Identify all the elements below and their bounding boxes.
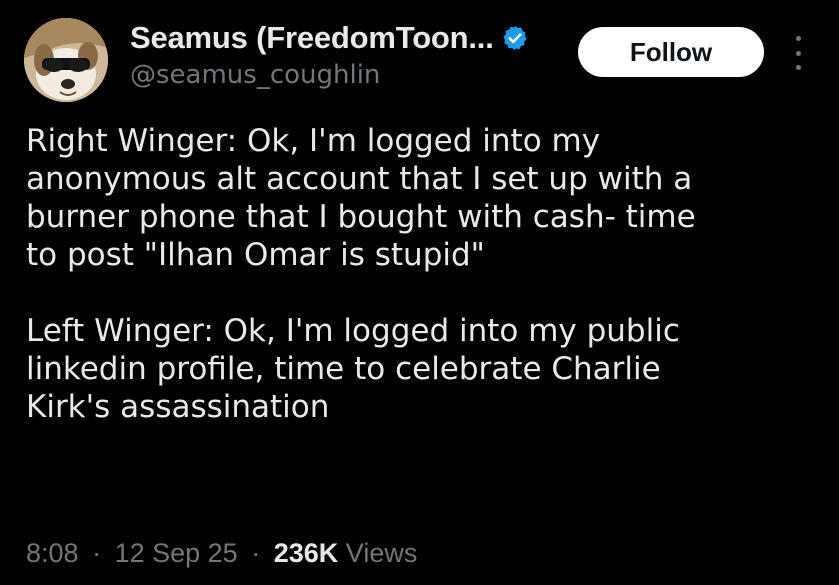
dot <box>795 36 801 41</box>
dot <box>795 65 801 70</box>
views-count[interactable]: 236K <box>274 538 339 568</box>
author-display-name[interactable]: Seamus (FreedomToon... <box>130 20 494 56</box>
separator: · <box>92 538 102 568</box>
dot <box>795 50 801 56</box>
separator: · <box>251 538 261 568</box>
author-name-row: Seamus (FreedomToon... <box>130 20 529 56</box>
more-options-icon[interactable] <box>788 36 808 70</box>
tweet-paragraph-1: Right Winger: Ok, I'm logged into my ano… <box>26 123 696 273</box>
avatar[interactable] <box>24 18 108 102</box>
dog-with-sunglasses-avatar-icon <box>24 18 108 102</box>
tweet-meta: 8:08 · 12 Sep 25 · 236K Views <box>26 538 417 569</box>
tweet-date[interactable]: 12 Sep 25 <box>115 538 238 568</box>
author-handle[interactable]: @seamus_coughlin <box>130 60 380 90</box>
verified-badge-icon[interactable] <box>501 24 529 52</box>
tweet-paragraph-2: Left Winger: Ok, I'm logged into my publ… <box>26 313 680 425</box>
tweet-text: Right Winger: Ok, I'm logged into my ano… <box>26 122 826 426</box>
tweet-card: Seamus (FreedomToon... @seamus_coughlin … <box>0 0 839 585</box>
views-label: Views <box>345 538 418 568</box>
follow-button[interactable]: Follow <box>578 27 764 77</box>
tweet-time[interactable]: 8:08 <box>26 538 79 568</box>
